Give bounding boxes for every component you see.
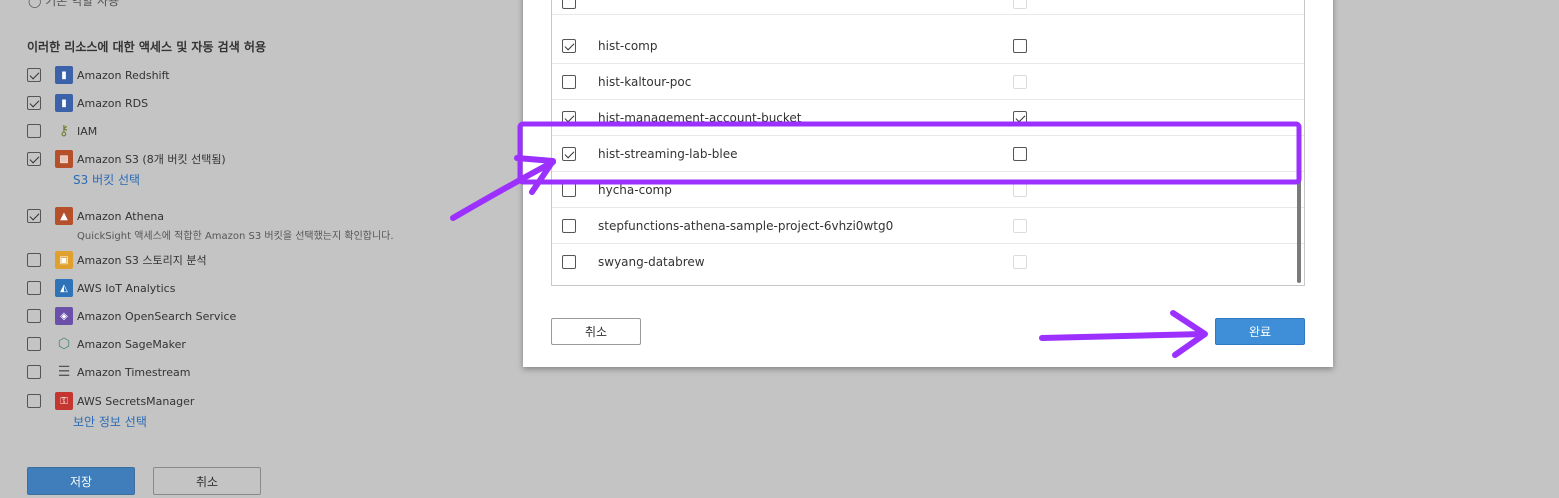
- s3-analytics-icon: ▣: [55, 251, 73, 269]
- bucket-checkbox[interactable]: [562, 182, 576, 197]
- redshift-checkbox[interactable]: [27, 68, 41, 82]
- timestream-icon: ☰: [57, 364, 71, 380]
- rds-icon: ▮: [55, 94, 73, 112]
- s3-analytics-checkbox[interactable]: [27, 253, 41, 267]
- table-row[interactable]: hycha-comp: [552, 172, 1304, 208]
- table-row[interactable]: hist-streaming-lab-blee: [552, 136, 1304, 172]
- service-athena[interactable]: ▲ Amazon Athena: [27, 207, 164, 225]
- table-row[interactable]: stagingtest-project-bucket-for-sample-s3…: [552, 0, 1304, 15]
- bucket-name: stepfunctions-athena-sample-project-6vhz…: [598, 218, 894, 233]
- cancel-button[interactable]: 취소: [153, 467, 261, 495]
- table-row[interactable]: hist-kaltour-poc: [552, 64, 1304, 100]
- redshift-icon: ▮: [55, 66, 73, 84]
- bucket-checkbox[interactable]: [562, 218, 576, 233]
- athena-note: QuickSight 액세스에 적합한 Amazon S3 버킷을 선택했는지 …: [77, 231, 394, 242]
- bucket-name: hist-streaming-lab-blee: [598, 146, 738, 161]
- table-row[interactable]: swyang-databrew: [552, 244, 1304, 280]
- scrollbar-thumb[interactable]: [1297, 145, 1301, 283]
- bucket-name: swyang-databrew: [598, 255, 705, 269]
- dialog-cancel-button[interactable]: 취소: [551, 318, 641, 345]
- service-label: Amazon S3 (8개 버킷 선택됨): [77, 153, 226, 166]
- service-secrets-manager[interactable]: ⚿ AWS SecretsManager: [27, 392, 194, 410]
- bucket-checkbox[interactable]: [562, 74, 576, 89]
- write-checkbox[interactable]: [1013, 110, 1027, 125]
- bucket-name: hist-management-account-bucket: [598, 110, 802, 125]
- write-checkbox[interactable]: [1013, 218, 1027, 233]
- write-checkbox[interactable]: [1013, 38, 1027, 53]
- iam-checkbox[interactable]: [27, 124, 41, 138]
- write-checkbox[interactable]: [1013, 74, 1027, 89]
- rds-checkbox[interactable]: [27, 96, 41, 110]
- service-s3[interactable]: ▩ Amazon S3 (8개 버킷 선택됨): [27, 150, 226, 168]
- select-s3-buckets-link[interactable]: S3 버킷 선택: [73, 171, 140, 188]
- write-checkbox[interactable]: [1013, 0, 1027, 9]
- bucket-checkbox[interactable]: [562, 38, 576, 53]
- table-row[interactable]: hist-management-account-bucket: [552, 100, 1304, 136]
- bucket-name: hist-kaltour-poc: [598, 74, 692, 89]
- service-label: Amazon Athena: [77, 209, 165, 223]
- bucket-checkbox[interactable]: [562, 110, 576, 125]
- secrets-manager-icon: ⚿: [55, 392, 73, 410]
- athena-icon: ▲: [55, 207, 73, 225]
- bucket-list: stagingtest-project-bucket-for-sample-s3…: [551, 0, 1305, 286]
- s3-checkbox[interactable]: [27, 152, 41, 166]
- secrets-manager-checkbox[interactable]: [27, 394, 41, 408]
- athena-checkbox[interactable]: [27, 209, 41, 223]
- service-label: Amazon S3 스토리지 분석: [77, 254, 207, 267]
- write-checkbox[interactable]: [1013, 146, 1027, 161]
- service-label: Amazon SageMaker: [77, 337, 186, 351]
- service-iam[interactable]: ⚷ IAM: [27, 122, 97, 140]
- sagemaker-checkbox[interactable]: [27, 337, 41, 351]
- sagemaker-icon: ⬡: [57, 336, 71, 352]
- timestream-checkbox[interactable]: [27, 365, 41, 379]
- service-label: Amazon OpenSearch Service: [77, 309, 237, 323]
- service-sagemaker[interactable]: ⬡ Amazon SageMaker: [27, 335, 186, 353]
- key-icon: ⚷: [58, 123, 70, 139]
- resource-access-title: 이러한 리소스에 대한 액세스 및 자동 검색 허용: [27, 40, 267, 54]
- bucket-checkbox[interactable]: [562, 146, 576, 161]
- write-checkbox[interactable]: [1013, 182, 1027, 197]
- service-rds[interactable]: ▮ Amazon RDS: [27, 94, 148, 112]
- service-label: Amazon RDS: [77, 96, 149, 110]
- write-checkbox[interactable]: [1013, 255, 1027, 269]
- service-label: AWS IoT Analytics: [77, 281, 176, 295]
- table-row[interactable]: stepfunctions-athena-sample-project-6vhz…: [552, 208, 1304, 244]
- table-row[interactable]: hist-comp: [552, 28, 1304, 64]
- service-label: AWS SecretsManager: [77, 394, 195, 408]
- service-redshift[interactable]: ▮ Amazon Redshift: [27, 66, 170, 84]
- select-secrets-link[interactable]: 보안 정보 선택: [73, 413, 147, 430]
- save-button[interactable]: 저장: [27, 467, 135, 495]
- iot-analytics-checkbox[interactable]: [27, 281, 41, 295]
- s3-icon: ▩: [55, 150, 73, 168]
- service-s3-storage-analytics[interactable]: ▣ Amazon S3 스토리지 분석: [27, 251, 207, 269]
- service-timestream[interactable]: ☰ Amazon Timestream: [27, 363, 190, 381]
- service-label: IAM: [77, 124, 98, 138]
- opensearch-icon: ◈: [55, 307, 73, 325]
- dialog-done-button[interactable]: 완료: [1215, 318, 1305, 345]
- bucket-checkbox[interactable]: [562, 0, 576, 9]
- bucket-name: hist-comp: [598, 38, 658, 53]
- service-label: Amazon Redshift: [77, 68, 170, 82]
- default-role-option[interactable]: ◯ 기본 역할 사용: [28, 0, 119, 9]
- service-iot-analytics[interactable]: ◭ AWS IoT Analytics: [27, 279, 175, 297]
- opensearch-checkbox[interactable]: [27, 309, 41, 323]
- bucket-checkbox[interactable]: [562, 255, 576, 269]
- iot-analytics-icon: ◭: [55, 279, 73, 297]
- bucket-name: hycha-comp: [598, 182, 672, 197]
- service-opensearch[interactable]: ◈ Amazon OpenSearch Service: [27, 307, 236, 325]
- service-label: Amazon Timestream: [77, 365, 191, 379]
- s3-bucket-select-dialog: stagingtest-project-bucket-for-sample-s3…: [523, 0, 1333, 367]
